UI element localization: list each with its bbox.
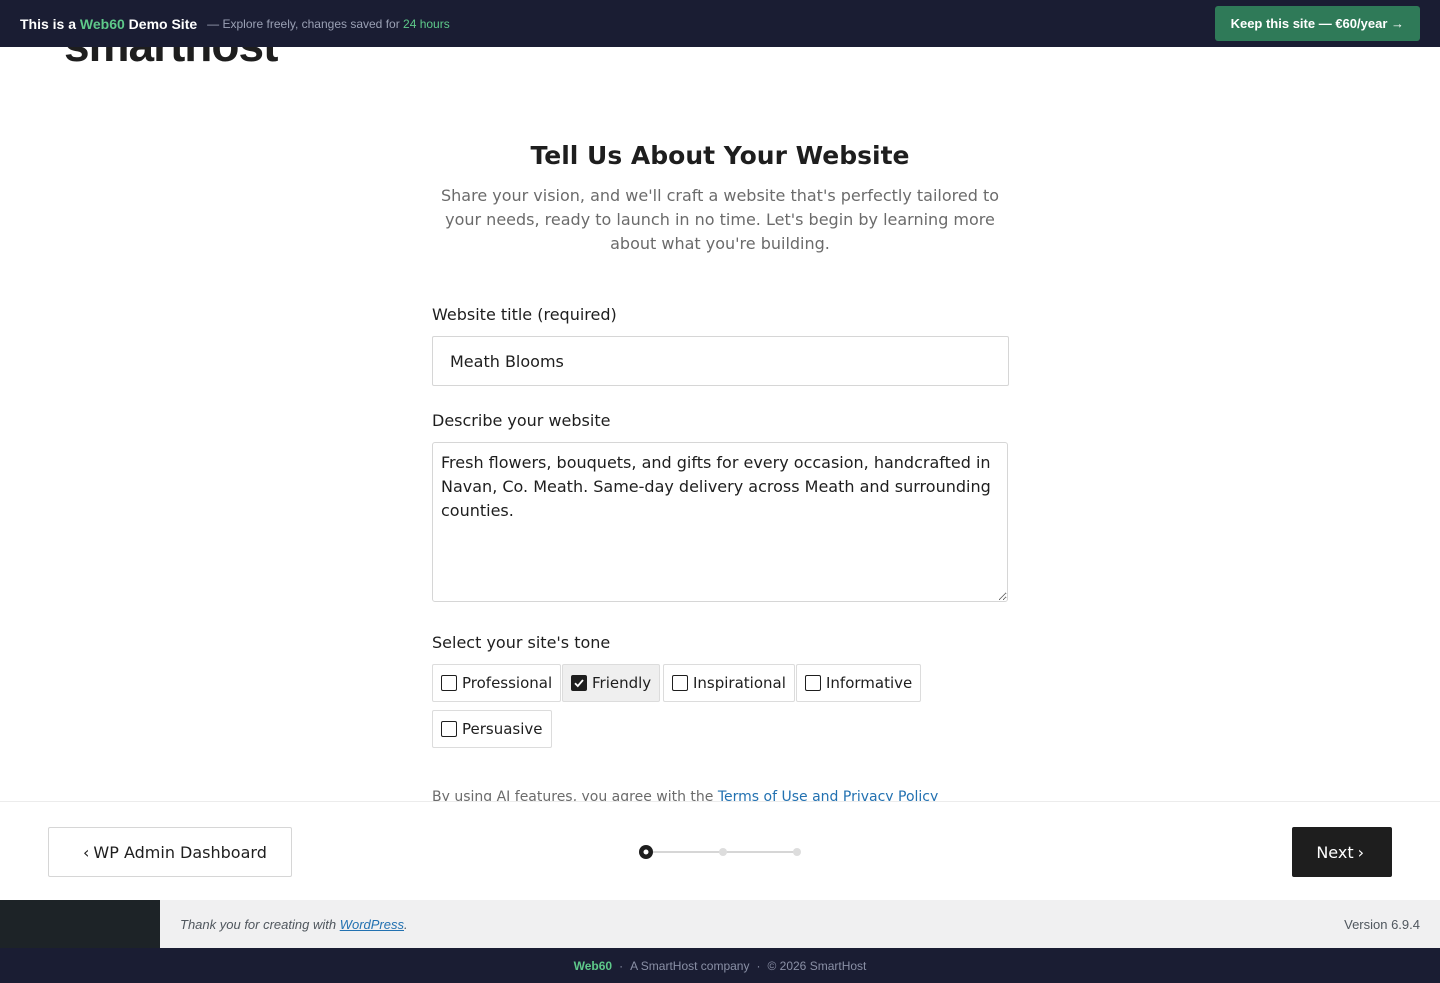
step-2 bbox=[719, 848, 727, 856]
checkbox-icon bbox=[672, 675, 688, 691]
checkbox-checked-icon bbox=[571, 675, 587, 691]
main-content: Tell Us About Your Website Share your vi… bbox=[0, 47, 1440, 801]
bottom-copyright: © 2026 SmartHost bbox=[767, 958, 867, 973]
page-title: Tell Us About Your Website bbox=[530, 141, 910, 170]
checkbox-icon bbox=[441, 721, 457, 737]
terms-privacy-link[interactable]: Terms of Use and Privacy Policy bbox=[718, 789, 938, 801]
demo-sub-highlight: 24 hours bbox=[403, 16, 450, 31]
step-3 bbox=[793, 848, 801, 856]
tone-friendly-label: Friendly bbox=[592, 674, 652, 692]
website-title-label: Website title (required) bbox=[432, 305, 617, 324]
next-button-label: Next bbox=[1316, 842, 1354, 862]
admin-sidebar-edge bbox=[0, 900, 160, 948]
ai-terms-text: By using AI features, you agree with the bbox=[432, 789, 718, 801]
wp-thanks-prefix: Thank you for creating with bbox=[180, 916, 340, 932]
tone-inspirational[interactable]: Inspirational bbox=[663, 664, 795, 702]
describe-website-label: Describe your website bbox=[432, 411, 611, 430]
back-button-label: WP Admin Dashboard bbox=[93, 842, 267, 862]
wp-admin-dashboard-button[interactable]: ‹ WP Admin Dashboard bbox=[48, 827, 292, 877]
tone-professional[interactable]: Professional bbox=[432, 664, 562, 702]
website-title-input[interactable] bbox=[432, 336, 1009, 386]
chevron-left-icon: ‹ bbox=[83, 842, 90, 862]
tone-persuasive[interactable]: Persuasive bbox=[432, 710, 552, 748]
tone-inspirational-label: Inspirational bbox=[693, 674, 786, 692]
wizard-navigation: ‹ WP Admin Dashboard Next › bbox=[0, 801, 1440, 900]
step-1-center bbox=[643, 849, 649, 855]
checkbox-icon bbox=[441, 675, 457, 691]
checkbox-icon bbox=[805, 675, 821, 691]
tone-professional-label: Professional bbox=[462, 674, 553, 692]
demo-banner: This is a Web60 Demo Site — Explore free… bbox=[0, 0, 1440, 47]
demo-sub-prefix: — Explore freely, changes saved for bbox=[207, 16, 404, 31]
demo-banner-sub: — Explore freely, changes saved for 24 h… bbox=[207, 17, 450, 31]
wp-version: Version 6.9.4 bbox=[1344, 916, 1420, 932]
describe-website-textarea[interactable]: Fresh flowers, bouquets, and gifts for e… bbox=[432, 442, 1008, 602]
ai-terms-notice: By using AI features, you agree with the… bbox=[432, 789, 938, 801]
keep-site-button[interactable]: Keep this site — €60/year → bbox=[1214, 6, 1420, 41]
demo-lead-prefix: This is a bbox=[20, 15, 80, 32]
tone-informative-label: Informative bbox=[826, 674, 913, 692]
demo-banner-lead: This is a Web60 Demo Site bbox=[20, 16, 197, 32]
page-description: Share your vision, and we'll craft a web… bbox=[440, 186, 1000, 253]
separator-dot: · bbox=[619, 958, 624, 973]
wordpress-link[interactable]: WordPress bbox=[340, 917, 404, 932]
separator-dot: · bbox=[756, 958, 761, 973]
chevron-right-icon: › bbox=[1357, 842, 1364, 862]
step-indicator bbox=[637, 843, 807, 861]
tone-label: Select your site's tone bbox=[432, 633, 611, 652]
bottom-brand: Web60 bbox=[573, 958, 613, 973]
tone-friendly[interactable]: Friendly bbox=[562, 664, 661, 702]
next-button[interactable]: Next › bbox=[1292, 827, 1392, 877]
demo-lead-suffix: Demo Site bbox=[124, 15, 198, 32]
demo-brand: Web60 bbox=[79, 15, 125, 32]
bottom-company: A SmartHost company bbox=[630, 958, 750, 973]
wp-thanks: Thank you for creating with WordPress. bbox=[180, 917, 408, 932]
wp-footer: Thank you for creating with WordPress. V… bbox=[160, 900, 1440, 948]
wp-thanks-suffix: . bbox=[404, 916, 408, 932]
tone-informative[interactable]: Informative bbox=[796, 664, 922, 702]
web60-bottom-bar: Web60 · A SmartHost company · © 2026 Sma… bbox=[0, 948, 1440, 983]
tone-persuasive-label: Persuasive bbox=[462, 720, 543, 738]
